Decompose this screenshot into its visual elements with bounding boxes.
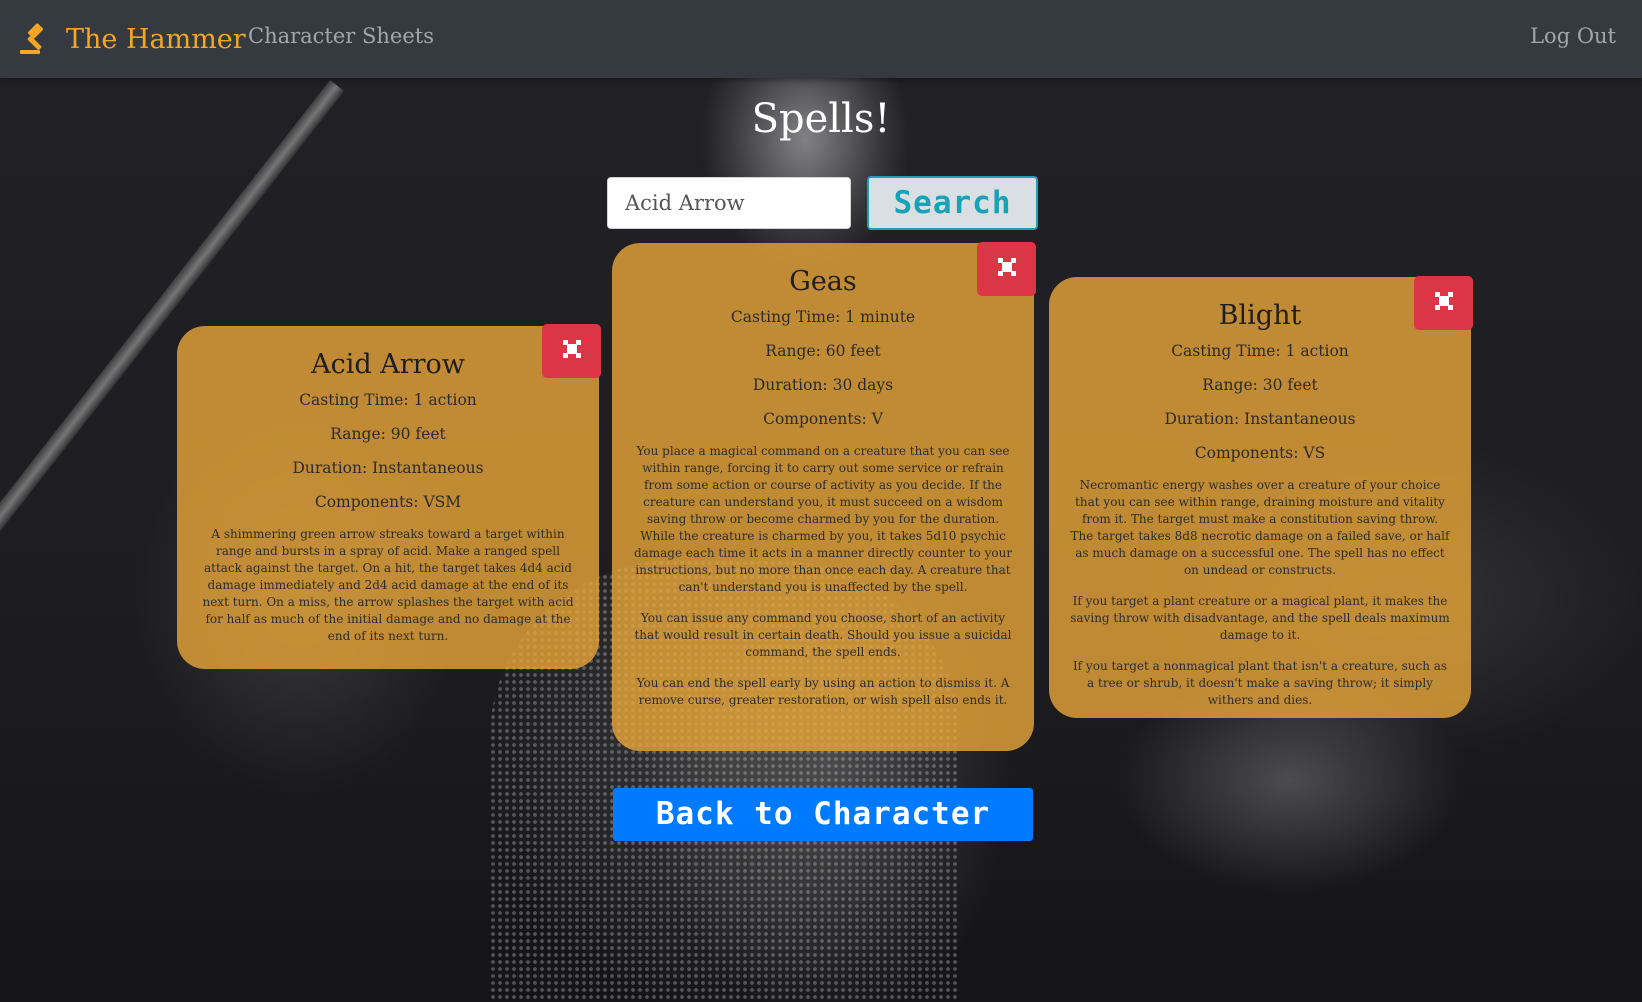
spell-description: Necromantic energy washes over a creatur… — [1049, 477, 1471, 709]
spell-description-paragraph: You can issue any command you choose, sh… — [634, 611, 1012, 659]
spell-description: You place a magical command on a creatur… — [612, 443, 1034, 709]
spell-components: Components: VS — [1194, 444, 1326, 462]
remove-spell-button[interactable] — [542, 324, 601, 378]
spell-casting-time: Casting Time: 1 action — [1171, 342, 1349, 360]
nav-logout[interactable]: Log Out — [1530, 24, 1616, 48]
spell-card-acid-arrow: Acid Arrow Casting Time: 1 action Range:… — [177, 324, 601, 669]
close-icon — [996, 256, 1018, 283]
spell-range: Range: 90 feet — [330, 425, 446, 443]
spell-duration: Duration: 30 days — [752, 376, 894, 394]
gavel-icon — [18, 22, 52, 56]
brand-title: The Hammer — [66, 23, 246, 55]
page-title: Spells! — [751, 96, 891, 142]
navbar: The Hammer Character Sheets Log Out — [0, 0, 1642, 78]
search-input[interactable] — [607, 177, 851, 229]
spell-card-blight: Blight Casting Time: 1 action Range: 30 … — [1049, 276, 1473, 718]
close-icon — [1433, 290, 1455, 317]
spell-name: Acid Arrow — [311, 349, 465, 380]
spell-casting-time: Casting Time: 1 action — [299, 391, 477, 409]
nav-character-sheets[interactable]: Character Sheets — [248, 24, 434, 48]
spell-casting-time: Casting Time: 1 minute — [730, 308, 916, 326]
brand-link[interactable]: The Hammer — [18, 18, 246, 60]
spell-duration: Duration: Instantaneous — [1164, 410, 1356, 428]
spell-components: Components: V — [763, 410, 883, 428]
search-button[interactable]: Search — [867, 176, 1038, 230]
close-icon — [561, 338, 583, 365]
spell-card-geas: Geas Casting Time: 1 minute Range: 60 fe… — [612, 242, 1036, 751]
remove-spell-button[interactable] — [1414, 276, 1473, 330]
spell-description-paragraph: If you target a nonmagical plant that is… — [1072, 659, 1448, 707]
spell-range: Range: 60 feet — [765, 342, 881, 360]
spell-description-paragraph: Necromantic energy washes over a creatur… — [1070, 478, 1450, 577]
spell-description-paragraph: You can end the spell early by using an … — [636, 676, 1010, 707]
spell-description-paragraph: A shimmering green arrow streaks toward … — [202, 527, 574, 643]
remove-spell-button[interactable] — [977, 242, 1036, 296]
spell-range: Range: 30 feet — [1202, 376, 1318, 394]
spell-name: Blight — [1218, 300, 1302, 331]
back-to-character-button[interactable]: Back to Character — [613, 788, 1033, 841]
spell-components: Components: VSM — [314, 493, 462, 511]
spell-duration: Duration: Instantaneous — [292, 459, 484, 477]
spell-description-paragraph: You place a magical command on a creatur… — [633, 444, 1013, 594]
spell-description-paragraph: If you target a plant creature or a magi… — [1070, 594, 1450, 642]
spell-description: A shimmering green arrow streaks toward … — [177, 526, 599, 645]
spell-name: Geas — [789, 266, 857, 297]
